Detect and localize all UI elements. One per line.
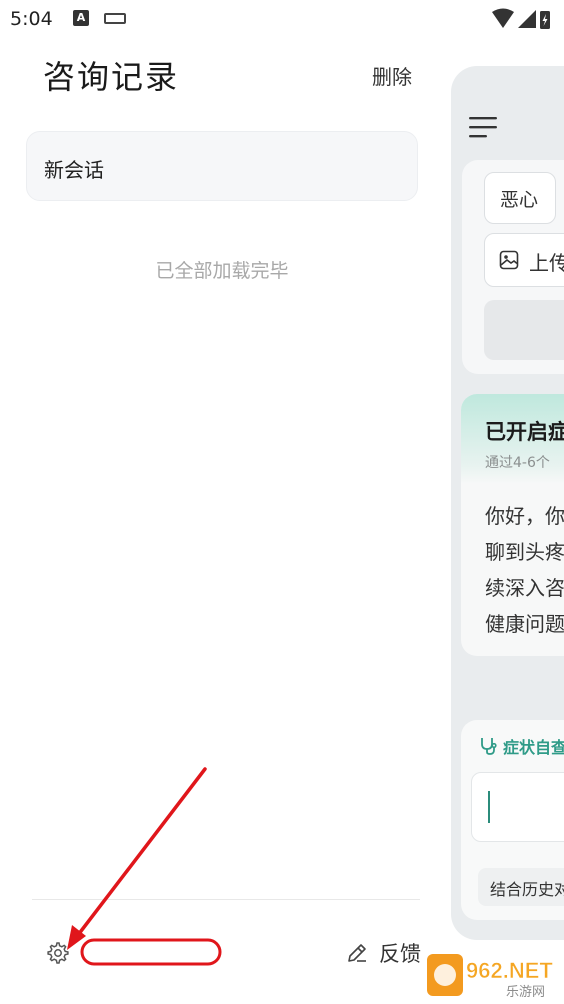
symptom-check-tag[interactable]: 症状自查 — [479, 734, 564, 758]
keyboard-icon — [104, 13, 126, 24]
signal-icon — [518, 10, 536, 28]
session-item-label: 新会话 — [44, 158, 104, 182]
annotation-arrow — [76, 767, 207, 937]
history-chip-label: 结合历史对 — [490, 880, 564, 899]
delete-button[interactable]: 删除 — [372, 61, 412, 90]
bottom-divider — [32, 899, 420, 900]
chip-nausea[interactable]: 恶心 — [484, 172, 556, 224]
history-chip[interactable]: 结合历史对 — [478, 868, 564, 906]
session-item[interactable]: 新会话 — [26, 131, 418, 201]
watermark-sub: 乐游网 — [506, 985, 545, 1000]
chat-panel-preview[interactable]: 恶心 上传 已开启症 通过4-6个 你好，你 聊到头疼 续深入咨 健康问题 症状… — [451, 66, 564, 940]
card-title: 已开启症 — [485, 420, 564, 444]
gear-icon[interactable] — [46, 941, 70, 965]
feedback-label: 反馈 — [379, 942, 421, 966]
stethoscope-icon — [481, 738, 497, 755]
image-icon — [499, 250, 519, 270]
symptom-check-label: 症状自查 — [503, 738, 564, 757]
symptom-check-card: 已开启症 通过4-6个 你好，你 聊到头疼 续深入咨 健康问题 — [461, 394, 564, 656]
text-caret — [488, 791, 490, 823]
card-body-line: 续深入咨 — [485, 576, 564, 600]
status-time: 5:04 — [10, 8, 53, 30]
card-subtitle: 通过4-6个 — [485, 455, 550, 471]
chat-input[interactable] — [471, 772, 564, 842]
loaded-all-text: 已全部加载完毕 — [155, 260, 289, 282]
wifi-icon — [492, 8, 514, 28]
suggestion-card: 恶心 上传 — [462, 160, 564, 374]
card-body: 你好，你 聊到头疼 续深入咨 健康问题 — [485, 498, 564, 642]
input-area: 症状自查 结合历史对 — [461, 720, 564, 920]
card-body-line: 健康问题 — [485, 612, 564, 636]
watermark-logo: 962.NET 乐游网 — [427, 954, 554, 1000]
annotation-ellipse — [80, 938, 222, 966]
card-body-line: 聊到头疼 — [485, 540, 564, 564]
hamburger-menu-icon[interactable] — [469, 116, 497, 138]
card-body-line: 你好，你 — [485, 504, 564, 528]
watermark-brand: 962.NET — [466, 958, 553, 983]
chip-nausea-label: 恶心 — [500, 189, 539, 211]
upload-image-button[interactable]: 上传 — [484, 233, 564, 287]
upload-label: 上传 — [529, 251, 564, 275]
suggestion-placeholder — [484, 300, 564, 360]
notification-a-icon: A — [73, 10, 89, 26]
feedback-button[interactable]: 反馈 — [345, 936, 421, 970]
pencil-icon — [348, 944, 366, 962]
drawer-title: 咨询记录 — [43, 58, 180, 96]
status-indicators — [492, 8, 550, 29]
